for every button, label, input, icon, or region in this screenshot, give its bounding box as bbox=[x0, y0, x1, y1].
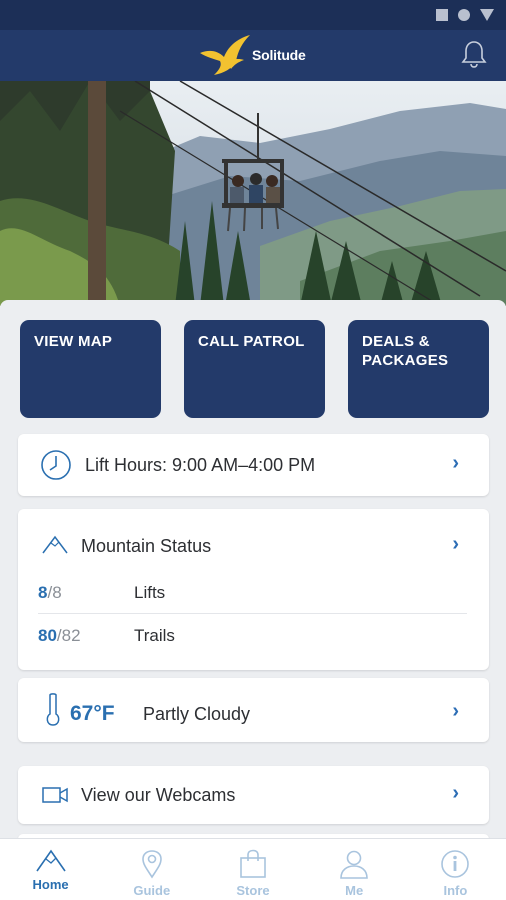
nav-guide-label: Guide bbox=[133, 883, 171, 898]
nav-info-label: Info bbox=[443, 883, 468, 898]
nav-home-label: Home bbox=[32, 877, 69, 892]
chevron-right-icon: › bbox=[452, 782, 459, 804]
bird-logo-icon bbox=[200, 35, 250, 75]
trails-label: Trails bbox=[134, 626, 175, 645]
nav-store[interactable]: Store bbox=[202, 839, 303, 900]
chevron-right-icon: › bbox=[452, 452, 459, 474]
nav-me-label: Me bbox=[345, 883, 364, 898]
mountain-icon bbox=[35, 849, 66, 872]
stat-divider bbox=[38, 613, 467, 614]
webcams-label: View our Webcams bbox=[81, 785, 236, 805]
signal-icon bbox=[480, 9, 494, 21]
trails-open-count: 80 bbox=[38, 626, 57, 645]
mountain-status-title: Mountain Status bbox=[81, 536, 212, 556]
trails-stat-row: 80/82 Trails bbox=[38, 616, 467, 656]
nav-store-label: Store bbox=[236, 883, 270, 898]
map-pin-icon bbox=[141, 850, 162, 879]
lift-hours-label: Lift Hours: 9:00 AM–4:00 PM bbox=[85, 455, 316, 475]
temperature-value: 67°F bbox=[70, 702, 115, 725]
lifts-total-count: /8 bbox=[47, 583, 62, 602]
quick-actions: VIEW MAP CALL PATROL DEALS & PACKAGES bbox=[20, 320, 489, 418]
notification-dot-icon bbox=[458, 9, 470, 21]
view-map-button[interactable]: VIEW MAP bbox=[20, 320, 161, 418]
notifications-bell-icon[interactable] bbox=[460, 39, 488, 74]
mountain-status-card[interactable]: Mountain Status › 8/8 Lifts 80/82 Trails bbox=[18, 509, 489, 670]
trails-total-count: /82 bbox=[56, 626, 81, 645]
solitude-logo: Solitude bbox=[198, 33, 306, 77]
bottom-navigation: Home Guide Store Me Info bbox=[0, 838, 506, 900]
thermometer-icon bbox=[46, 693, 60, 726]
person-icon bbox=[340, 850, 369, 879]
nav-home[interactable]: Home bbox=[0, 839, 101, 900]
mountain-icon bbox=[42, 535, 68, 554]
chevron-right-icon: › bbox=[452, 533, 459, 555]
video-camera-icon bbox=[42, 787, 68, 803]
clock-icon bbox=[41, 450, 71, 480]
notification-square-icon bbox=[436, 9, 448, 21]
weather-condition: Partly Cloudy bbox=[143, 704, 251, 724]
chevron-right-icon: › bbox=[452, 700, 459, 722]
info-icon bbox=[441, 850, 470, 878]
hero-chairlift-photo bbox=[0, 81, 506, 306]
call-patrol-button[interactable]: CALL PATROL bbox=[184, 320, 325, 418]
status-bar bbox=[0, 0, 506, 30]
app-name: Solitude bbox=[252, 47, 306, 63]
lifts-label: Lifts bbox=[134, 583, 166, 602]
nav-guide[interactable]: Guide bbox=[101, 839, 202, 900]
app-header: Solitude bbox=[0, 30, 506, 81]
weather-card[interactable]: 67°F Partly Cloudy › bbox=[18, 678, 489, 742]
nav-me[interactable]: Me bbox=[304, 839, 405, 900]
lift-hours-card[interactable]: Lift Hours: 9:00 AM–4:00 PM › bbox=[18, 434, 489, 496]
shopping-bag-icon bbox=[240, 849, 266, 878]
deals-packages-button[interactable]: DEALS & PACKAGES bbox=[348, 320, 489, 418]
webcams-card[interactable]: View our Webcams › bbox=[18, 766, 489, 824]
lifts-stat-row: 8/8 Lifts bbox=[38, 573, 467, 613]
content-panel: VIEW MAP CALL PATROL DEALS & PACKAGES Li… bbox=[0, 300, 506, 844]
nav-info[interactable]: Info bbox=[405, 839, 506, 900]
